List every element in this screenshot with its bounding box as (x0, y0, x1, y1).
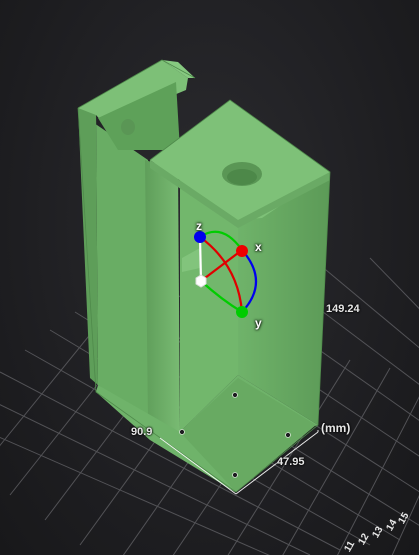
gizmo-handle-x[interactable] (236, 245, 248, 257)
width-dimension: 90.9 (131, 426, 153, 438)
3d-model[interactable] (77, 59, 331, 493)
gizmo-axis-z (198, 236, 203, 282)
gizmo-label-z: z (196, 219, 202, 233)
3d-viewport[interactable]: z x y 149.24 90.9 47.95 (mm) 11 12 13 14… (0, 0, 419, 555)
scene-canvas[interactable] (0, 0, 419, 555)
depth-dimension: 47.95 (277, 456, 305, 468)
gizmo-handle-y[interactable] (236, 306, 248, 318)
gizmo-label-y: y (255, 316, 262, 330)
gizmo-label-x: x (255, 240, 262, 254)
height-dimension: 149.24 (326, 303, 360, 315)
gizmo-handle-center[interactable] (195, 274, 207, 288)
unit-label: (mm) (321, 421, 351, 435)
